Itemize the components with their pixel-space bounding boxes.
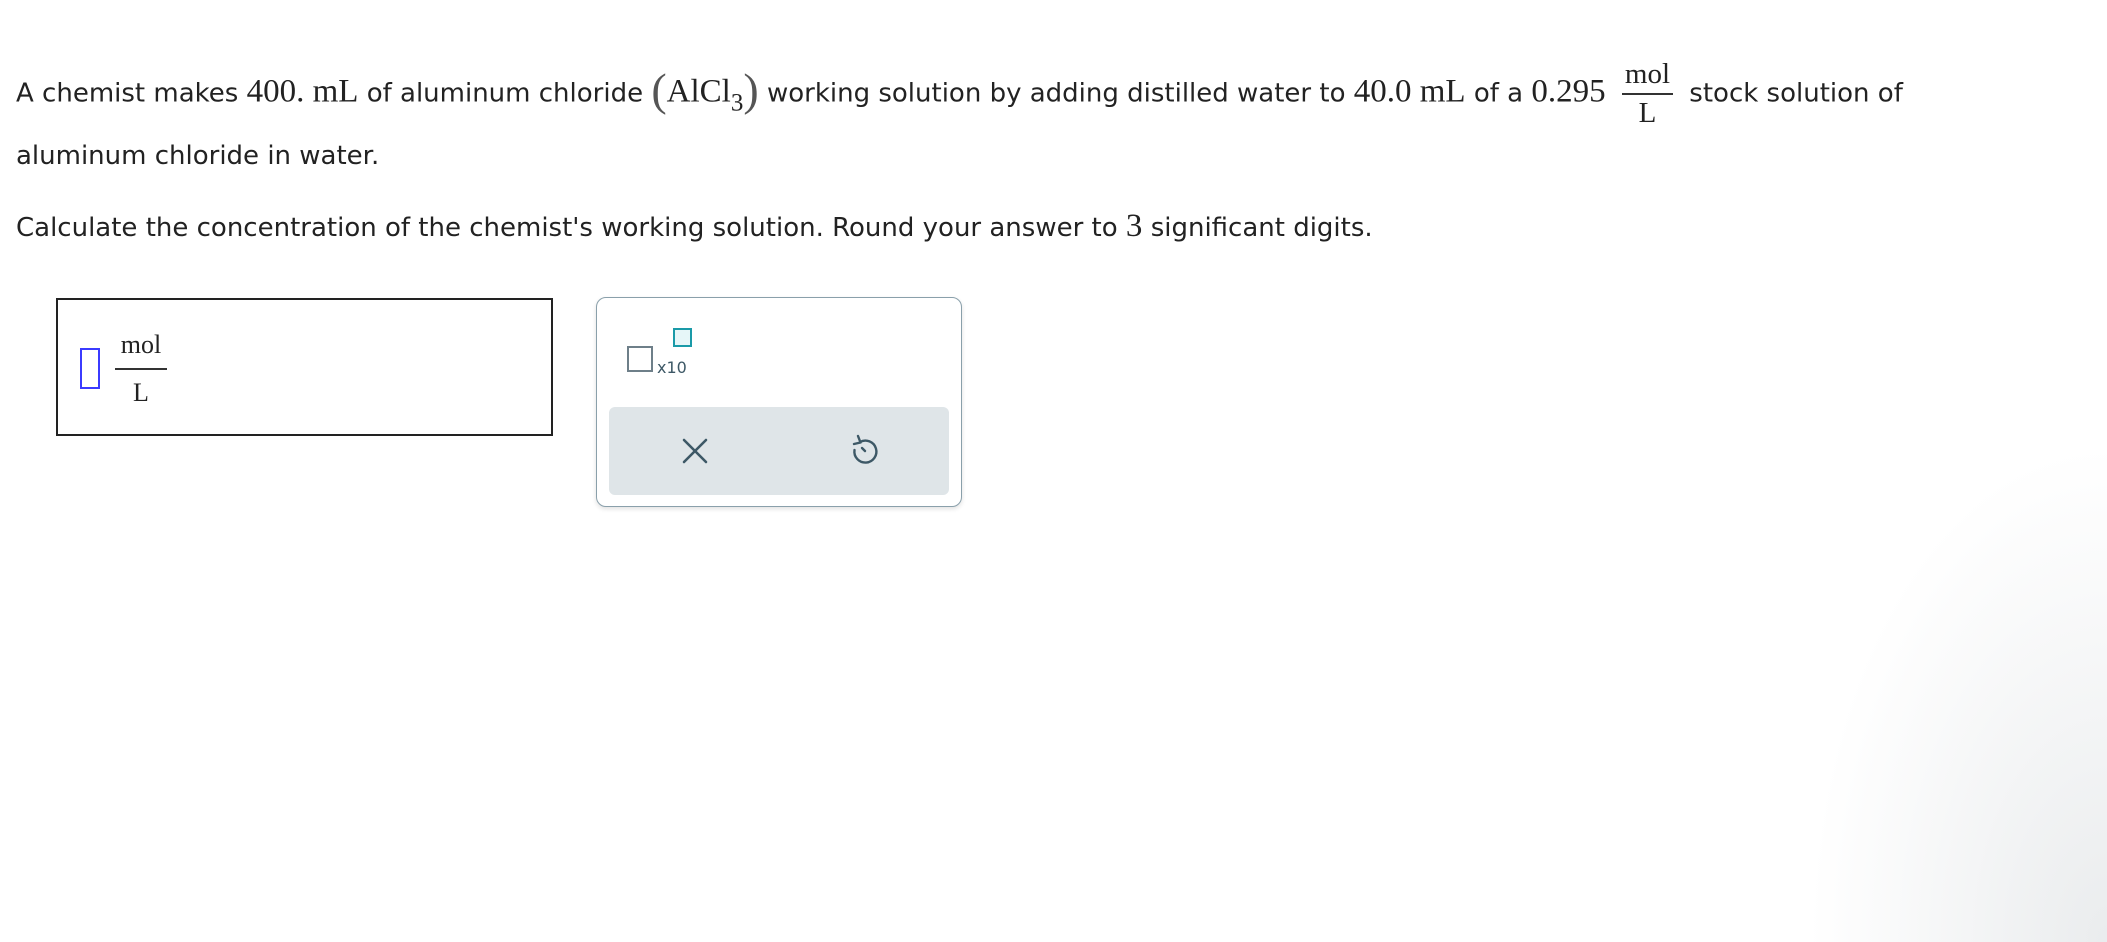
x10-label: x10 xyxy=(657,358,687,377)
fraction-bar xyxy=(115,368,167,370)
instruction-text: significant digits. xyxy=(1150,213,1373,243)
background-shade xyxy=(1807,442,2107,942)
clear-button[interactable] xyxy=(675,431,715,471)
math-toolbox: x10 xyxy=(596,297,962,507)
answer-box: mol L xyxy=(56,298,553,436)
undo-button[interactable] xyxy=(845,431,885,471)
question-line-1: A chemist makes 400. mL of aluminum chlo… xyxy=(16,60,1903,128)
concentration-unit: mol L xyxy=(1621,58,1674,129)
close-paren: ) xyxy=(743,63,759,115)
question-text: working solution by adding distilled wat… xyxy=(766,78,1346,109)
question-text: A chemist makes xyxy=(16,78,239,109)
open-paren: ( xyxy=(651,63,667,115)
undo-icon xyxy=(852,434,878,464)
working-volume: 400. xyxy=(246,73,305,110)
x10-exponent-button[interactable]: x10 xyxy=(627,328,697,377)
unit-denominator: L xyxy=(1638,97,1657,129)
question-text: of a xyxy=(1473,78,1524,109)
answer-input[interactable] xyxy=(80,348,100,389)
chemical-formula: AlCl xyxy=(666,73,731,110)
formula-subscript: 3 xyxy=(730,89,744,117)
question-text: stock solution of xyxy=(1689,78,1903,109)
answer-unit-numerator: mol xyxy=(120,330,162,359)
clear-icon xyxy=(682,438,708,464)
fraction-bar xyxy=(1621,93,1674,95)
question-text: of aluminum chloride xyxy=(366,78,644,109)
question-line-2: aluminum chloride in water. xyxy=(16,141,380,171)
tool-action-bar xyxy=(609,407,949,495)
exponent-box-icon xyxy=(673,328,692,347)
x10-exponent-icon xyxy=(627,346,653,372)
sig-digits-value: 3 xyxy=(1125,208,1143,244)
stock-volume: 40.0 xyxy=(1353,73,1412,110)
volume-unit: mL xyxy=(1419,73,1466,110)
answer-unit: mol L xyxy=(115,330,167,408)
instruction-line: Calculate the concentration of the chemi… xyxy=(16,210,1373,243)
answer-unit-denominator: L xyxy=(133,378,149,407)
instruction-text: Calculate the concentration of the chemi… xyxy=(16,213,1118,243)
volume-unit: mL xyxy=(312,73,359,110)
unit-numerator: mol xyxy=(1624,58,1671,90)
stock-concentration: 0.295 xyxy=(1531,73,1606,110)
